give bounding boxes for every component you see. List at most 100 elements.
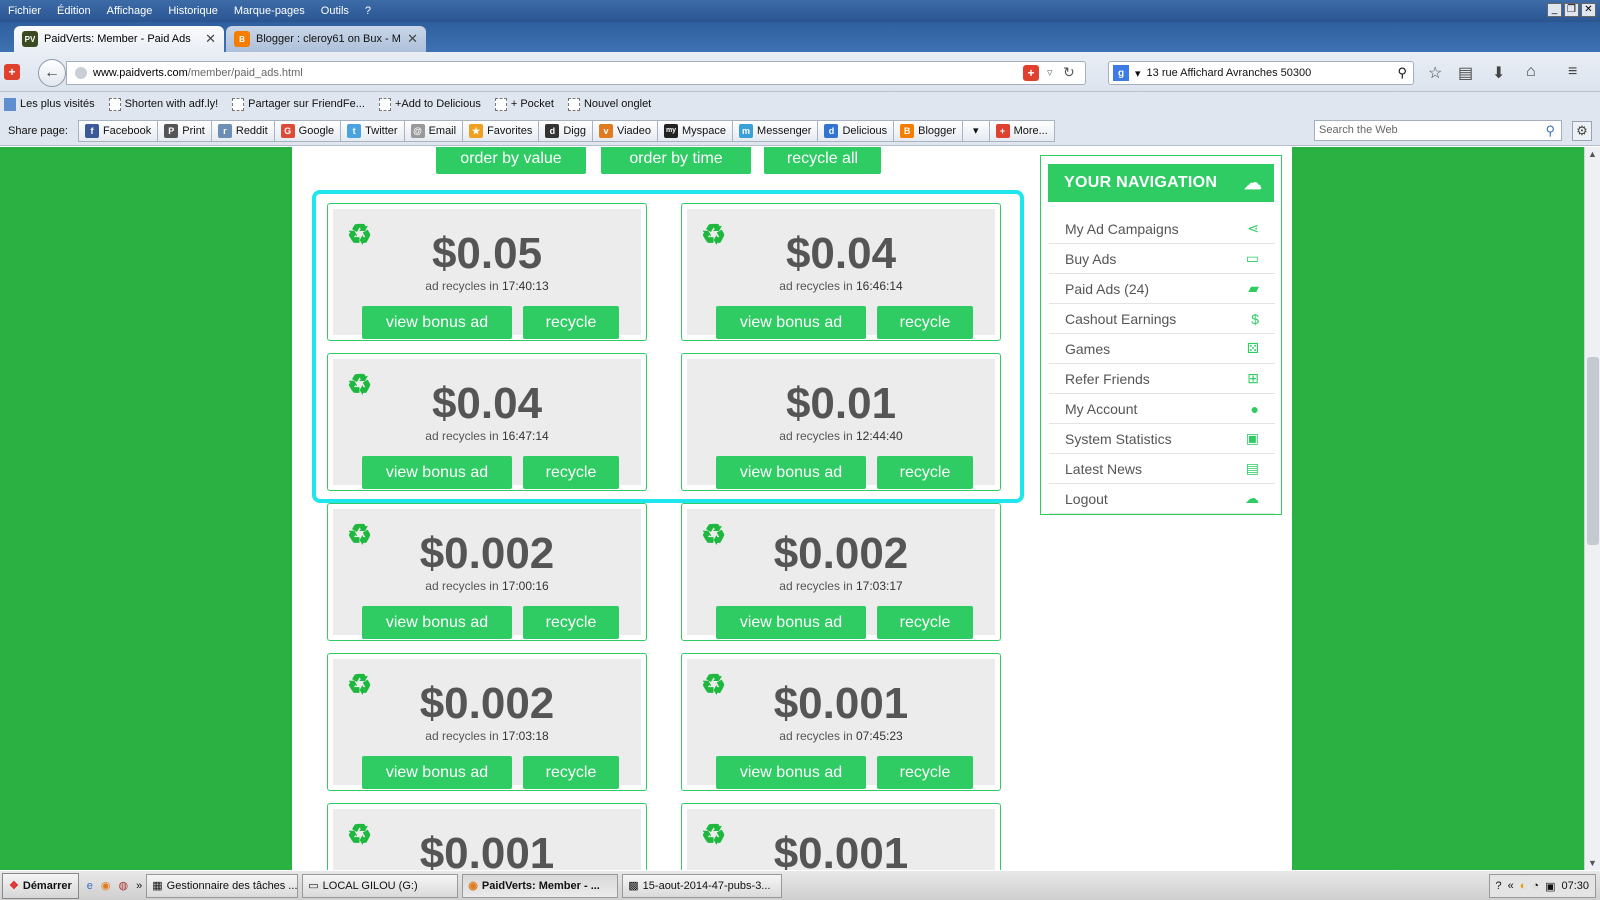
bookmark-star-icon[interactable]: ☆ — [1428, 63, 1442, 83]
quicklaunch-ie-icon[interactable]: e — [87, 880, 93, 892]
recycle-button[interactable]: recycle — [523, 306, 619, 339]
bookmark-most-visited[interactable]: Les plus visités — [4, 97, 95, 111]
quicklaunch-overflow-icon[interactable]: » — [136, 880, 142, 892]
settings-gear-icon[interactable]: ⚙ — [1572, 121, 1592, 141]
close-tab-icon[interactable]: ✕ — [407, 31, 418, 47]
share-blogger-button[interactable]: B Blogger — [893, 119, 964, 142]
recycle-all-button[interactable]: recycle all — [764, 147, 881, 174]
share-email-button[interactable]: @ Email — [403, 119, 464, 142]
nav-item-paid-ads[interactable]: Paid Ads (24) ▰ — [1049, 274, 1275, 304]
bookmark-pocket[interactable]: + Pocket — [494, 97, 554, 111]
nav-item-refer-friends[interactable]: Refer Friends ⊞ — [1049, 364, 1275, 394]
recycle-button[interactable]: recycle — [523, 456, 619, 489]
google-icon[interactable]: g — [1113, 65, 1129, 81]
back-button[interactable]: ← — [38, 59, 66, 87]
menu-outils[interactable]: Outils — [313, 5, 357, 17]
dropdown-icon[interactable]: ▿ — [1047, 66, 1053, 79]
tab-paidverts[interactable]: PV PaidVerts: Member - Paid Ads ✕ — [14, 26, 224, 52]
view-bonus-ad-button[interactable]: view bonus ad — [362, 456, 512, 489]
search-icon[interactable]: ⚲ — [1545, 123, 1555, 139]
view-bonus-ad-button[interactable]: view bonus ad — [362, 606, 512, 639]
home-icon[interactable]: ⌂ — [1526, 63, 1536, 81]
recycle-button[interactable]: recycle — [523, 756, 619, 789]
menu-marque-pages[interactable]: Marque-pages — [226, 5, 313, 17]
recycle-button[interactable]: recycle — [877, 756, 973, 789]
search-engine-dropdown-icon[interactable]: ▾ — [1135, 67, 1141, 80]
network-icon[interactable]: ▣ — [1545, 880, 1555, 893]
nav-item-buy-ads[interactable]: Buy Ads ▭ — [1049, 244, 1275, 274]
share-print-button[interactable]: P Print — [157, 119, 212, 142]
close-window-icon[interactable]: ✕ — [1581, 3, 1596, 17]
volume-icon[interactable]: ◔ — [1532, 880, 1539, 892]
share-viadeo-button[interactable]: v Viadeo — [591, 119, 659, 142]
help-icon[interactable]: ? — [1496, 880, 1502, 892]
share-plus-icon[interactable]: + — [1023, 65, 1039, 81]
url-bar[interactable]: www.paidverts.com /member/paid_ads.html … — [66, 61, 1086, 85]
task-local-gilou[interactable]: ▭ LOCAL GILOU (G:) — [302, 873, 459, 898]
share-favorites-button[interactable]: ★ Favorites — [462, 119, 540, 142]
web-search-input[interactable]: Search the Web ⚲ — [1314, 120, 1562, 141]
share-messenger-button[interactable]: m Messenger — [732, 119, 819, 142]
view-bonus-ad-button[interactable]: view bonus ad — [716, 606, 866, 639]
vertical-scrollbar[interactable]: ▲ ▼ — [1584, 147, 1600, 870]
tab-blogger[interactable]: B Blogger : cleroy61 on Bux - M... ✕ — [226, 26, 426, 52]
order-by-value-button[interactable]: order by value — [436, 147, 586, 174]
search-bar[interactable]: g ▾ 13 rue Affichard Avranches 50300 ⚲ — [1108, 61, 1414, 85]
search-icon[interactable]: ⚲ — [1397, 65, 1407, 81]
task-paidverts[interactable]: ◉ PaidVerts: Member - ... — [462, 873, 619, 898]
share-digg-button[interactable]: d Digg — [538, 119, 593, 142]
share-more-button[interactable]: + More... — [988, 119, 1055, 142]
bookmark-adfly[interactable]: Shorten with adf.ly! — [108, 97, 218, 111]
nav-item-cashout-earnings[interactable]: Cashout Earnings $ — [1049, 304, 1275, 334]
share-facebook-button[interactable]: f Facebook — [77, 119, 159, 142]
recycle-button[interactable]: recycle — [523, 606, 619, 639]
restore-icon[interactable]: ❐ — [1564, 3, 1579, 17]
share-dropdown-button[interactable]: ▾ — [962, 119, 990, 142]
scroll-up-icon[interactable]: ▲ — [1588, 149, 1597, 159]
start-button[interactable]: ❖ Démarrer — [2, 872, 79, 899]
search-input[interactable]: 13 rue Affichard Avranches 50300 — [1147, 67, 1312, 79]
menu-affichage[interactable]: Affichage — [99, 5, 161, 17]
order-by-time-button[interactable]: order by time — [601, 147, 751, 174]
share-reddit-button[interactable]: r Reddit — [210, 119, 275, 142]
share-myspace-button[interactable]: my Myspace — [657, 119, 734, 142]
recycle-button[interactable]: recycle — [877, 606, 973, 639]
share-delicious-button[interactable]: d Delicious — [817, 119, 895, 142]
share-twitter-button[interactable]: t Twitter — [340, 119, 405, 142]
menu-historique[interactable]: Historique — [160, 5, 226, 17]
view-bonus-ad-button[interactable]: view bonus ad — [716, 306, 866, 339]
reload-icon[interactable]: ↻ — [1063, 64, 1075, 81]
nav-item-logout[interactable]: Logout ☁ — [1049, 484, 1275, 514]
recycle-button[interactable]: recycle — [877, 306, 973, 339]
view-bonus-ad-button[interactable]: view bonus ad — [362, 306, 512, 339]
close-tab-icon[interactable]: ✕ — [205, 31, 216, 47]
bookmarks-menu-icon[interactable]: ▤ — [1458, 63, 1473, 83]
menu-fichier[interactable]: Fichier — [0, 5, 49, 17]
nav-item-games[interactable]: Games ⚄ — [1049, 334, 1275, 364]
recycle-button[interactable]: recycle — [877, 456, 973, 489]
minimize-icon[interactable]: _ — [1547, 3, 1562, 17]
share-google-button[interactable]: G Google — [273, 119, 342, 142]
addthis-icon[interactable]: + — [4, 64, 20, 80]
tray-expand-icon[interactable]: « — [1508, 880, 1514, 892]
scrollbar-thumb[interactable] — [1587, 357, 1599, 545]
quicklaunch-app-icon[interactable]: ◍ — [119, 879, 129, 892]
norton-icon[interactable]: ◐ — [1520, 880, 1527, 892]
scroll-down-icon[interactable]: ▼ — [1588, 858, 1597, 868]
view-bonus-ad-button[interactable]: view bonus ad — [362, 756, 512, 789]
nav-item-system-statistics[interactable]: System Statistics ▣ — [1049, 424, 1275, 454]
bookmark-new-tab[interactable]: Nouvel onglet — [567, 97, 651, 111]
bookmark-friendfeed[interactable]: Partager sur FriendFe... — [232, 97, 365, 111]
nav-item-latest-news[interactable]: Latest News ▤ — [1049, 454, 1275, 484]
view-bonus-ad-button[interactable]: view bonus ad — [716, 756, 866, 789]
quicklaunch-firefox-icon[interactable]: ◉ — [101, 879, 111, 892]
view-bonus-ad-button[interactable]: view bonus ad — [716, 456, 866, 489]
menu-help[interactable]: ? — [357, 5, 379, 17]
nav-item-my-account[interactable]: My Account ● — [1049, 394, 1275, 424]
nav-item-my-ad-campaigns[interactable]: My Ad Campaigns ⋖ — [1049, 214, 1275, 244]
task-screenshot[interactable]: ▩ 15-aout-2014-47-pubs-3... — [622, 873, 783, 898]
menu-edition[interactable]: Édition — [49, 5, 99, 17]
downloads-icon[interactable]: ⬇ — [1492, 63, 1505, 83]
bookmark-delicious[interactable]: +Add to Delicious — [378, 97, 481, 111]
menu-hamburger-icon[interactable]: ≡ — [1568, 63, 1577, 81]
